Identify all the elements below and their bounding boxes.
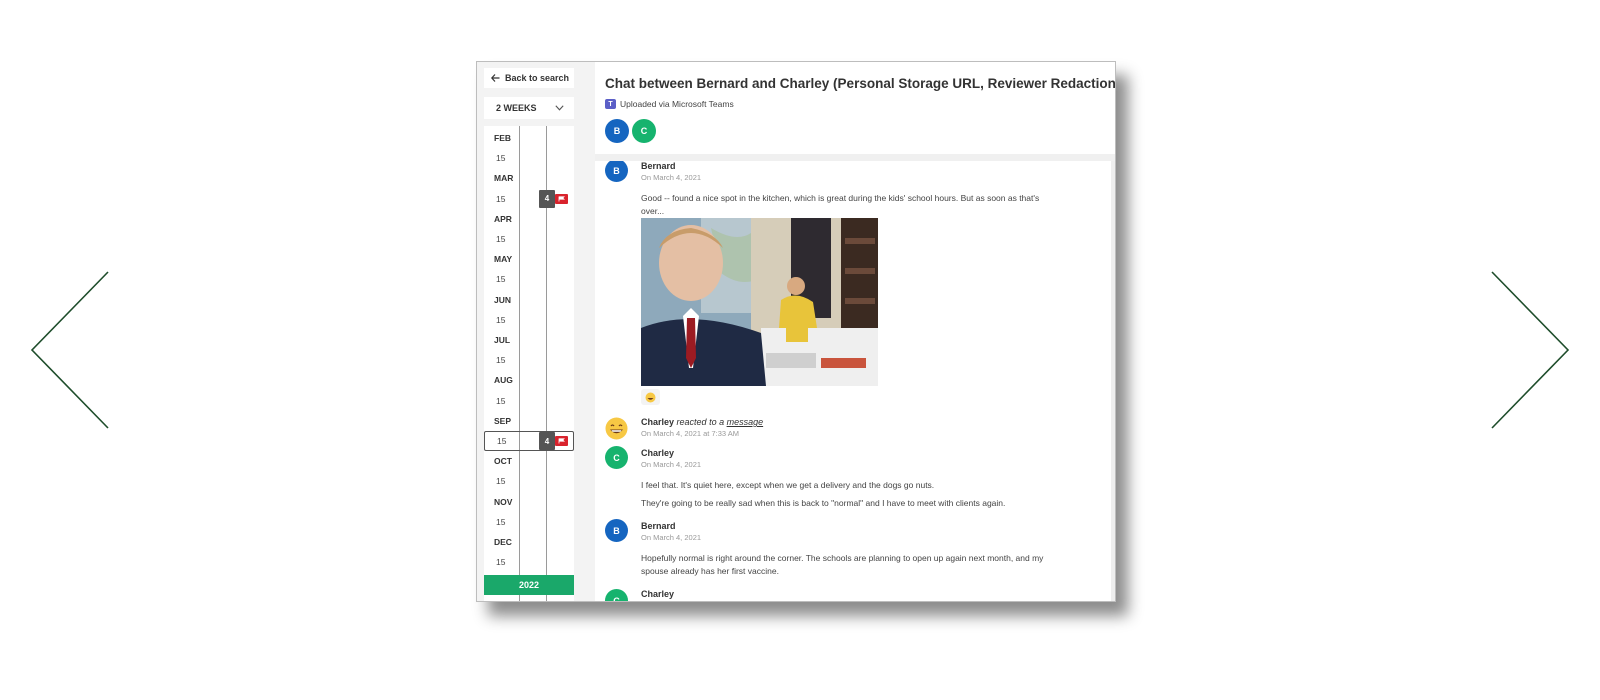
message-date: On March 4, 2021 [641, 460, 702, 469]
timeline-month[interactable]: APR [484, 209, 574, 229]
reaction-verb: reacted to a [676, 417, 725, 427]
participants: B C [605, 119, 656, 143]
count-badge[interactable]: 4 [539, 189, 555, 208]
flag-icon[interactable] [555, 193, 568, 204]
message-image[interactable] [641, 218, 878, 386]
message-date: On March 4, 2021 [641, 533, 702, 542]
message-author: Bernard [641, 161, 676, 171]
message-text: They're going to be really sad when this… [641, 498, 1006, 508]
upload-source: T Uploaded via Microsoft Teams [605, 99, 734, 109]
divider [595, 154, 1115, 161]
timeline-month[interactable]: MAR [484, 168, 574, 188]
timeline-day[interactable]: 15 [484, 350, 574, 370]
timeline-month[interactable]: JUL [484, 330, 574, 350]
message-text: I feel that. It's quiet here, except whe… [641, 480, 935, 490]
message-text: Good -- found a nice spot in the kitchen… [641, 193, 1040, 216]
timeline-day[interactable]: 15 [484, 552, 574, 572]
timeline-day[interactable]: 15 [484, 229, 574, 249]
app-window: Back to search 2 WEEKS FEB 15 MAR 15 4 APR 15 M… [476, 61, 1116, 602]
flag-icon[interactable] [555, 436, 568, 446]
timeline-month[interactable]: FEB [484, 128, 574, 148]
avatar[interactable]: C [632, 119, 656, 143]
message-author: Bernard [641, 521, 676, 531]
chat-panel: Chat between Bernard and Charley (Person… [595, 62, 1116, 601]
page-title: Chat between Bernard and Charley (Person… [605, 76, 1116, 91]
avatar: C [605, 589, 628, 601]
avatar[interactable]: B [605, 119, 629, 143]
scrollbar[interactable] [1111, 161, 1115, 601]
reaction-summary: Charley reacted to a message [641, 417, 763, 427]
reaction-chip[interactable] [641, 389, 660, 405]
timeline-day[interactable]: 15 [484, 471, 574, 491]
upload-source-label: Uploaded via Microsoft Teams [620, 99, 734, 109]
message-author: Charley [641, 448, 675, 458]
message-author: Charley [641, 589, 675, 599]
next-arrow-icon[interactable] [1487, 270, 1572, 430]
back-to-search-label: Back to search [505, 73, 570, 83]
timeline: FEB 15 MAR 15 4 APR 15 MAY 15 JUN 15 JUL 15 AUG 15 SEP 1… [484, 126, 574, 601]
grinning-face-icon [645, 392, 656, 402]
avatar: B [605, 519, 628, 542]
timeline-month[interactable]: AUG [484, 370, 574, 390]
teams-icon: T [605, 99, 616, 109]
range-dropdown[interactable]: 2 WEEKS [484, 97, 574, 119]
timeline-month[interactable]: JUN [484, 290, 574, 310]
image-content [641, 218, 878, 386]
timeline-month[interactable]: NOV [484, 492, 574, 512]
count-badge[interactable]: 4 [539, 432, 555, 450]
timeline-day[interactable]: 15 [484, 148, 574, 168]
avatar: B [605, 161, 628, 182]
timeline-day[interactable]: 15 [484, 269, 574, 289]
timeline-day[interactable]: 15 [484, 310, 574, 330]
reaction-date: On March 4, 2021 at 7:33 AM [641, 429, 739, 438]
year-button[interactable]: 2022 [484, 575, 574, 595]
timeline-day[interactable]: 15 [484, 512, 574, 532]
avatar: C [605, 446, 628, 469]
timeline-day[interactable]: 15 [484, 391, 574, 411]
previous-arrow-icon[interactable] [28, 270, 113, 430]
timeline-sidebar: Back to search 2 WEEKS FEB 15 MAR 15 4 APR 15 M… [477, 62, 589, 601]
chat-header: Chat between Bernard and Charley (Person… [595, 62, 1116, 154]
message-date: On March 4, 2021 [641, 173, 702, 182]
reaction-author: Charley [641, 417, 675, 427]
range-dropdown-value: 2 WEEKS [496, 103, 537, 113]
chevron-down-icon [555, 105, 564, 111]
timeline-month[interactable]: OCT [484, 451, 574, 471]
back-to-search-button[interactable]: Back to search [484, 68, 574, 88]
grinning-face-icon [605, 417, 628, 440]
message-text: Hopefully normal is right around the cor… [641, 553, 1044, 576]
timeline-month[interactable]: DEC [484, 532, 574, 552]
arrow-left-icon [491, 74, 500, 82]
timeline-month[interactable]: MAY [484, 249, 574, 269]
message-link[interactable]: message [727, 417, 764, 427]
message-list: B Bernard On March 4, 2021 Good -- found… [595, 161, 1111, 601]
timeline-month[interactable]: SEP [484, 411, 574, 431]
